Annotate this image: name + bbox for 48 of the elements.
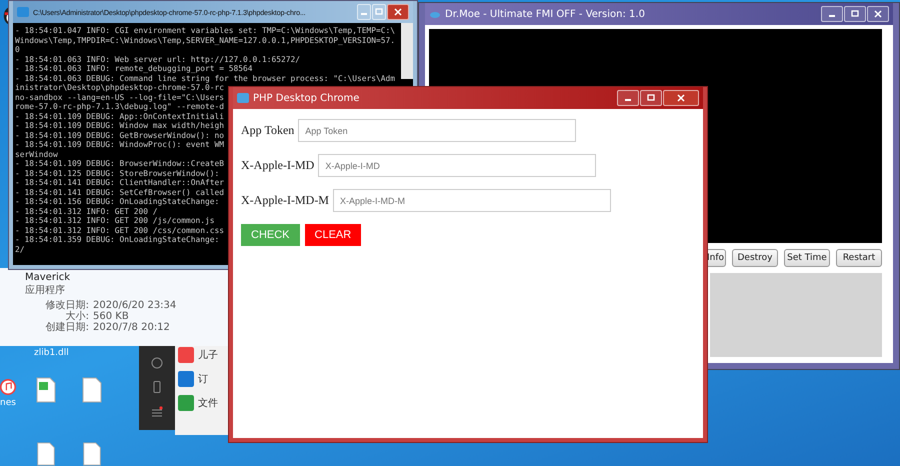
maximize-icon	[850, 9, 860, 19]
maximize-button[interactable]	[640, 90, 662, 106]
circle-icon[interactable]	[151, 357, 163, 370]
action-button[interactable]: Info	[707, 249, 726, 267]
maximize-icon	[646, 93, 656, 103]
minimize-button[interactable]	[821, 6, 843, 22]
close-button[interactable]	[663, 90, 699, 106]
close-button[interactable]	[387, 4, 409, 20]
input-field[interactable]: App Token	[298, 119, 576, 142]
list-item-text: 儿子	[198, 348, 218, 362]
input-field[interactable]: X-Apple-I-MD-M	[332, 189, 611, 212]
info-label: 大小:	[65, 311, 89, 322]
list-item-text: 订	[198, 373, 208, 386]
info-label: 创建日期:	[44, 322, 89, 333]
action-button[interactable]: Set Time	[784, 249, 830, 267]
app-icon	[17, 7, 29, 17]
field-label: App Token	[241, 123, 294, 138]
maximize-icon	[374, 7, 384, 17]
action-button[interactable]: Restart	[836, 249, 882, 267]
document-file-icon[interactable]	[36, 442, 56, 466]
minimize-button[interactable]	[617, 90, 639, 106]
info-value: 560 KB	[93, 311, 130, 322]
music-icon[interactable]	[0, 378, 16, 396]
document-file-icon[interactable]	[82, 377, 102, 403]
close-button[interactable]	[867, 6, 889, 22]
file-name: Maverick	[25, 272, 72, 283]
action-button[interactable]: CLEAR	[304, 224, 362, 246]
list-item-text: 文件	[198, 396, 218, 410]
spreadsheet-file-icon[interactable]	[36, 377, 56, 403]
window-title: PHP Desktop Chrome	[253, 92, 360, 104]
window-title: Dr.Moe - Ultimate FMI OFF - Version: 1.0	[445, 8, 646, 20]
info-label: 修改日期:	[44, 300, 89, 311]
field-label: X-Apple-I-MD-M	[241, 193, 329, 208]
info-value: 2020/7/8 20:12	[93, 322, 171, 333]
input-field[interactable]: X-Apple-I-MD	[318, 154, 596, 177]
close-icon	[873, 9, 883, 19]
menu-icon[interactable]	[151, 406, 163, 418]
file-type: 应用程序	[25, 284, 66, 297]
maximize-button[interactable]	[844, 6, 866, 22]
scrollbar[interactable]	[401, 23, 413, 79]
field-label: X-Apple-I-MD	[241, 158, 314, 173]
action-button[interactable]: Destroy	[732, 249, 778, 267]
app-icon	[237, 93, 249, 103]
document-file-icon[interactable]	[82, 442, 102, 466]
close-icon	[676, 93, 686, 103]
info-value: 2020/6/20 23:34	[93, 300, 178, 311]
phone-icon[interactable]	[151, 381, 163, 394]
close-icon	[393, 7, 403, 17]
